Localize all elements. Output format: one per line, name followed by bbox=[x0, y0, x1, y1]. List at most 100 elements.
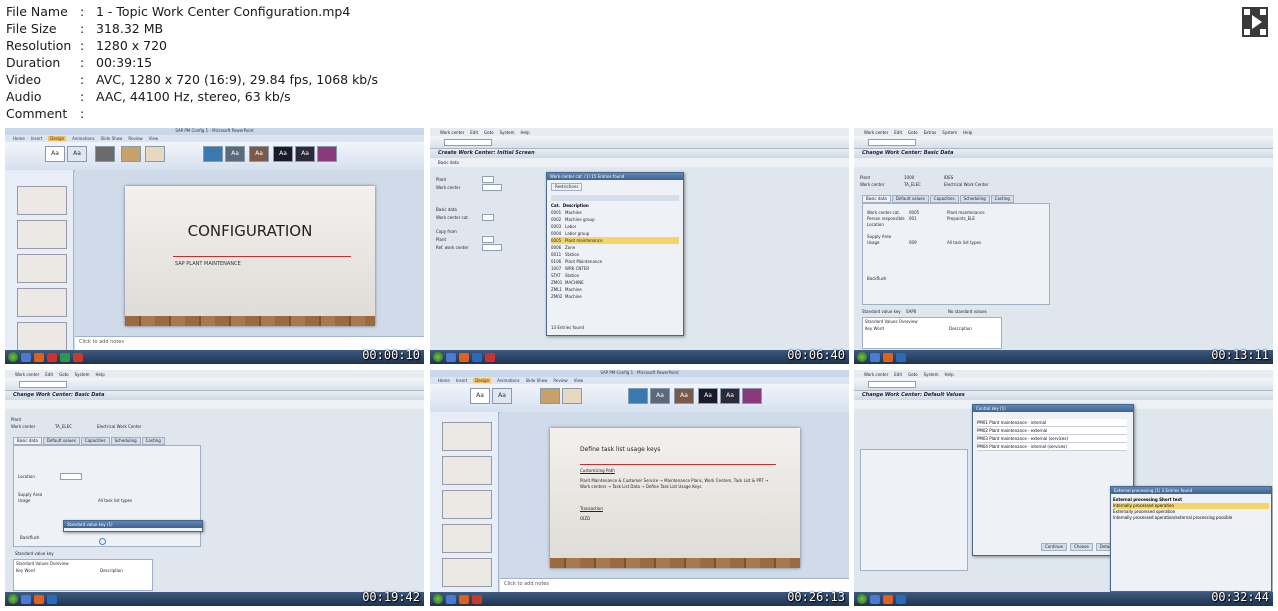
popup-row[interactable]: 0106 Plant Maintenance bbox=[551, 258, 679, 265]
theme-swatch[interactable]: Aa bbox=[295, 146, 315, 162]
app-icon[interactable] bbox=[60, 352, 70, 362]
theme-swatch[interactable] bbox=[145, 146, 165, 162]
browser-icon[interactable] bbox=[47, 352, 57, 362]
start-icon[interactable] bbox=[433, 594, 443, 604]
theme-swatch[interactable] bbox=[121, 146, 141, 162]
sap-icon[interactable] bbox=[47, 594, 57, 604]
theme-swatch[interactable] bbox=[203, 146, 223, 162]
tab-scheduling[interactable]: Scheduling bbox=[110, 437, 141, 445]
start-icon[interactable] bbox=[8, 352, 18, 362]
theme-swatch[interactable]: Aa bbox=[273, 146, 293, 162]
theme-swatch[interactable]: Aa bbox=[67, 146, 87, 162]
slide[interactable]: Define task list usage keys Customizing … bbox=[550, 428, 800, 568]
popup-row[interactable]: 0002 Machine group bbox=[551, 216, 679, 223]
explorer-icon[interactable] bbox=[21, 594, 31, 604]
theme-swatch[interactable]: Aa bbox=[45, 146, 65, 162]
work-center-field[interactable] bbox=[482, 184, 502, 191]
thumbnail-sap-change-basic-data[interactable]: Work center Edit Goto Extras System Help Chan… bbox=[854, 128, 1273, 364]
f4-help-popup[interactable]: Work center cat. (1) 15 Entries found Re… bbox=[546, 172, 684, 336]
theme-swatch[interactable]: Aa bbox=[249, 146, 269, 162]
slide[interactable]: CONFIGURATION SAP PLANT MAINTENANCE bbox=[125, 186, 375, 326]
powerpoint-icon[interactable] bbox=[73, 352, 83, 362]
popup-row[interactable]: ZM02 Machine bbox=[551, 293, 679, 300]
popup-row[interactable]: STAT Station bbox=[551, 272, 679, 279]
explorer-icon[interactable] bbox=[21, 352, 31, 362]
start-icon[interactable] bbox=[8, 594, 18, 604]
popup-row[interactable]: 0004 Labor group bbox=[551, 230, 679, 237]
control-key-row[interactable]: PM04 Plant maintenance - internal (servi… bbox=[977, 443, 1127, 451]
theme-swatch[interactable] bbox=[628, 388, 648, 404]
thumbnail-ppt-task-list[interactable]: SAP PM Config 1 - Microsoft PowerPoint H… bbox=[430, 370, 849, 606]
popup-row[interactable]: ZM01 MACHINE bbox=[551, 279, 679, 286]
slide-thumb[interactable] bbox=[17, 322, 67, 351]
external-processing-row[interactable]: Internally processed operation/external … bbox=[1113, 515, 1269, 521]
wc-cat-field[interactable] bbox=[482, 214, 494, 221]
explorer-icon[interactable] bbox=[870, 352, 880, 362]
popup-row[interactable]: 0001 Machine bbox=[551, 209, 679, 216]
choose-button[interactable]: Choose bbox=[1070, 543, 1093, 551]
tab-costing[interactable]: Costing bbox=[141, 437, 165, 445]
start-icon[interactable] bbox=[433, 352, 443, 362]
theme-swatch[interactable]: Aa bbox=[650, 388, 670, 404]
theme-swatch[interactable]: Aa bbox=[674, 388, 694, 404]
command-field[interactable] bbox=[868, 381, 916, 388]
theme-swatch[interactable] bbox=[317, 146, 337, 162]
theme-swatch[interactable] bbox=[562, 388, 582, 404]
theme-swatch[interactable]: Aa bbox=[470, 388, 490, 404]
theme-swatch[interactable]: Aa bbox=[492, 388, 512, 404]
popup-row[interactable]: 0006 Zone bbox=[551, 244, 679, 251]
media-icon[interactable] bbox=[883, 594, 893, 604]
slide-thumb[interactable] bbox=[17, 220, 67, 249]
popup-row[interactable]: 0003 Labor bbox=[551, 223, 679, 230]
slide-thumb[interactable] bbox=[17, 254, 67, 283]
tab-basic-data[interactable]: Basic data bbox=[862, 195, 891, 203]
tab-costing[interactable]: Costing bbox=[990, 195, 1014, 203]
tab-basic-data[interactable]: Basic data bbox=[13, 437, 42, 445]
thumbnail-ppt-configuration[interactable]: SAP PM Config 1 - Microsoft PowerPoint H… bbox=[5, 128, 424, 364]
command-field[interactable] bbox=[19, 381, 67, 388]
theme-swatch[interactable]: Aa bbox=[698, 388, 718, 404]
control-key-row[interactable]: PM03 Plant maintenance - external (servi… bbox=[977, 435, 1127, 443]
copy-plant-field[interactable] bbox=[482, 236, 494, 243]
tab-default-values[interactable]: Default values bbox=[42, 437, 80, 445]
plant-field[interactable] bbox=[482, 176, 494, 183]
media-icon[interactable] bbox=[34, 594, 44, 604]
thumbnail-sap-default-values[interactable]: Work center Edit Goto System Help Change Wor… bbox=[854, 370, 1273, 606]
slide-thumb[interactable] bbox=[442, 558, 492, 587]
slide-thumb[interactable] bbox=[442, 524, 492, 553]
popup-row[interactable]: ZML1 Machine bbox=[551, 286, 679, 293]
popup-row[interactable]: 1007 WRK CNTER bbox=[551, 265, 679, 272]
thumbnail-sap-basic-data-popup[interactable]: Work center Edit Goto System Help Change Wor… bbox=[5, 370, 424, 606]
thumbnail-sap-create-work-center[interactable]: Work center Edit Goto System Help Create Wor… bbox=[430, 128, 849, 364]
tab-capacities[interactable]: Capacities bbox=[80, 437, 110, 445]
theme-swatch[interactable] bbox=[95, 146, 115, 162]
theme-swatch[interactable] bbox=[742, 388, 762, 404]
continue-button[interactable]: Continue bbox=[1041, 543, 1067, 551]
control-key-row[interactable]: PM02 Plant maintenance - external bbox=[977, 427, 1127, 435]
explorer-icon[interactable] bbox=[870, 594, 880, 604]
slide-thumb[interactable] bbox=[442, 490, 492, 519]
slide-thumb[interactable] bbox=[17, 186, 67, 215]
media-icon[interactable] bbox=[459, 594, 469, 604]
media-icon[interactable] bbox=[459, 352, 469, 362]
media-icon[interactable] bbox=[883, 352, 893, 362]
theme-swatch[interactable]: Aa bbox=[225, 146, 245, 162]
external-processing-popup[interactable]: External processing (1) 3 Entries found … bbox=[1110, 486, 1272, 592]
slide-thumb[interactable] bbox=[17, 288, 67, 317]
slide-thumb[interactable] bbox=[442, 456, 492, 485]
tab-default-values[interactable]: Default values bbox=[891, 195, 929, 203]
theme-swatch[interactable] bbox=[540, 388, 560, 404]
std-value-key-popup[interactable]: Standard value key (1) bbox=[63, 520, 203, 532]
explorer-icon[interactable] bbox=[446, 352, 456, 362]
control-key-row[interactable]: PM01 Plant maintenance - internal bbox=[977, 419, 1127, 427]
popup-row[interactable]: 0005 Plant maintenance bbox=[551, 237, 679, 244]
command-field[interactable] bbox=[444, 139, 492, 146]
start-icon[interactable] bbox=[857, 594, 867, 604]
slide-thumb[interactable] bbox=[442, 422, 492, 451]
explorer-icon[interactable] bbox=[446, 594, 456, 604]
tab-capacities[interactable]: Capacities bbox=[929, 195, 959, 203]
popup-row[interactable]: 0011 Station bbox=[551, 251, 679, 258]
sap-icon[interactable] bbox=[896, 352, 906, 362]
tab-scheduling[interactable]: Scheduling bbox=[959, 195, 990, 203]
restrictions-tab[interactable]: Restrictions bbox=[551, 183, 583, 191]
